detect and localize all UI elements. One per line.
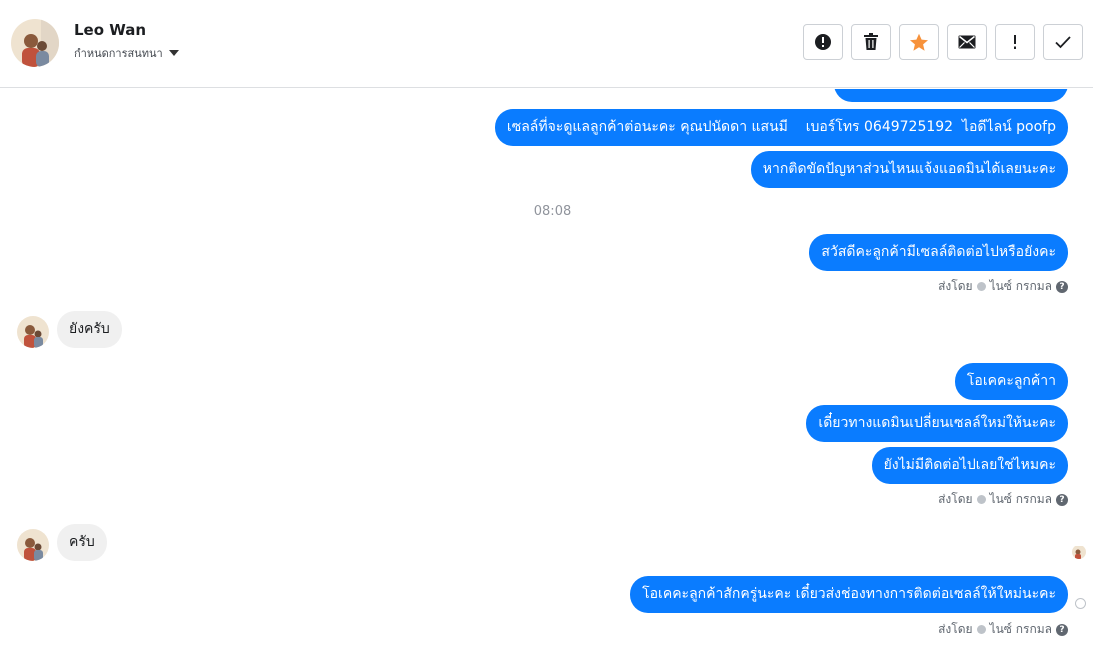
message-bubble[interactable]: เซลล์ที่จะดูแลลูกค้าต่อนะคะ คุณปนัดดา แส… xyxy=(494,109,1068,146)
sent-by-label: ส่งโดย ไนซ์ กรกมล ? xyxy=(938,620,1068,639)
envelope-icon xyxy=(958,35,976,49)
message-bubble[interactable]: โอเคคะลูกค้าา xyxy=(954,363,1068,400)
incoming-message-bubble[interactable]: ครับ xyxy=(57,524,107,561)
alert-circle-icon xyxy=(815,34,831,50)
contact-avatar[interactable] xyxy=(11,19,59,67)
assign-label: กำหนดการสนทนา xyxy=(74,47,163,60)
message-timestamp: 08:08 xyxy=(533,204,572,219)
message-bubble[interactable]: ยังไม่มีติดต่อไปเลยใช่ไหมคะ xyxy=(871,447,1068,484)
verified-icon xyxy=(976,495,986,504)
follow-up-button[interactable] xyxy=(995,24,1035,60)
message-bubble-partial[interactable] xyxy=(834,89,1068,102)
contact-avatar-small[interactable] xyxy=(17,316,49,348)
sent-by-prefix: ส่งโดย xyxy=(938,492,973,506)
message-bubble[interactable]: เดี๋ยวทางแดมินเปลี่ยนเซลล์ใหม่ให้นะคะ xyxy=(806,405,1068,442)
check-icon xyxy=(1055,36,1071,49)
sent-by-sender[interactable]: ไนซ์ กรกมล xyxy=(990,490,1052,509)
contact-name[interactable]: Leo Wan xyxy=(74,21,146,39)
contact-avatar-small[interactable] xyxy=(17,529,49,561)
sent-by-prefix: ส่งโดย xyxy=(938,279,973,293)
assign-conversation-dropdown[interactable]: กำหนดการสนทนา xyxy=(74,44,179,62)
sent-by-label: ส่งโดย ไนซ์ กรกมล ? xyxy=(938,277,1068,296)
delete-button[interactable] xyxy=(851,24,891,60)
sent-by-sender[interactable]: ไนซ์ กรกมล xyxy=(990,620,1052,639)
mark-spam-button[interactable] xyxy=(803,24,843,60)
verified-icon xyxy=(976,282,986,291)
help-icon[interactable]: ? xyxy=(1056,623,1068,636)
message-bubble[interactable]: สวัสดีคะลูกค้ามีเซลล์ติดต่อไปหรือยังคะ xyxy=(809,234,1068,271)
conversation-toolbar xyxy=(803,24,1083,60)
delivered-check-icon xyxy=(1075,598,1086,609)
mark-unread-button[interactable] xyxy=(947,24,987,60)
mark-done-button[interactable] xyxy=(1043,24,1083,60)
message-thread[interactable]: เซลล์ที่จะดูแลลูกค้าต่อนะคะ คุณปนัดดา แส… xyxy=(0,89,1093,669)
verified-icon xyxy=(976,625,986,634)
conversation-header: Leo Wan กำหนดการสนทนา xyxy=(0,0,1093,88)
sent-by-prefix: ส่งโดย xyxy=(938,622,973,636)
sent-by-label: ส่งโดย ไนซ์ กรกมล ? xyxy=(938,490,1068,509)
incoming-message-bubble[interactable]: ยังครับ xyxy=(57,311,122,348)
message-bubble[interactable]: โอเคคะลูกค้าสักครู่นะคะ เดี๋ยวส่งช่องทาง… xyxy=(630,576,1068,613)
caret-down-icon xyxy=(168,50,179,56)
help-icon[interactable]: ? xyxy=(1056,493,1068,506)
star-icon xyxy=(910,33,928,51)
star-button[interactable] xyxy=(899,24,939,60)
help-icon[interactable]: ? xyxy=(1056,280,1068,293)
sent-by-sender[interactable]: ไนซ์ กรกมล xyxy=(990,277,1052,296)
message-bubble[interactable]: หากติดขัดปัญหาส่วนไหนแจ้งแอดมินได้เลยนะค… xyxy=(750,151,1068,188)
seen-avatar-icon xyxy=(1072,545,1086,559)
trash-icon xyxy=(864,33,878,50)
exclamation-icon xyxy=(1014,35,1016,49)
